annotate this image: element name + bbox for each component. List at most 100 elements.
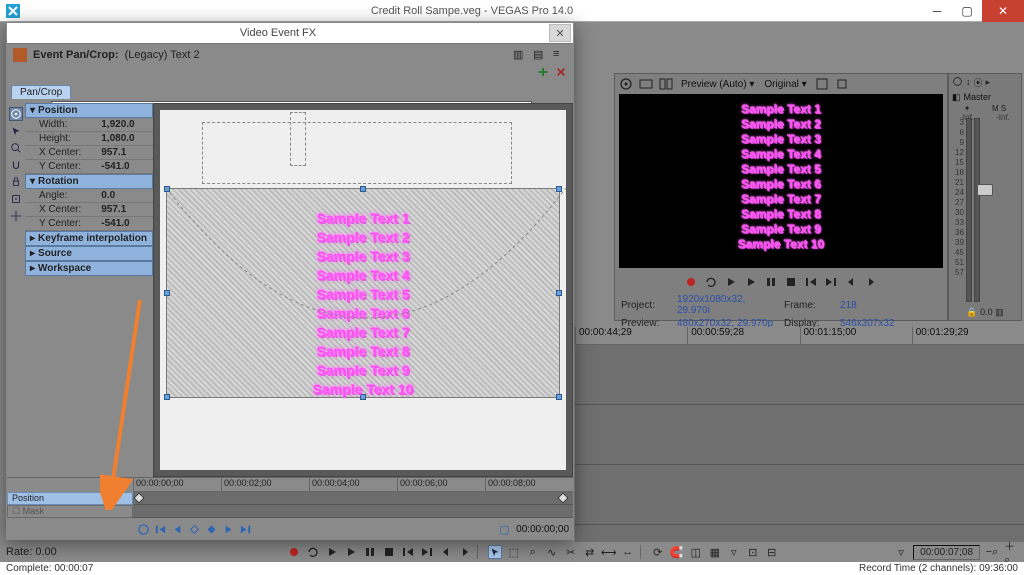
- source-section-header[interactable]: ▸Source: [25, 246, 153, 261]
- add-kf-button[interactable]: [188, 523, 201, 536]
- first-kf-button[interactable]: [154, 523, 167, 536]
- zoom-out-time-button[interactable]: −⌕: [985, 545, 999, 559]
- overlays-icon[interactable]: [815, 77, 829, 91]
- window-close-button[interactable]: ✕: [982, 0, 1024, 22]
- zoom-in-time-button[interactable]: ＋⌕: [1004, 545, 1018, 559]
- mixer-arrow-icon[interactable]: ▸: [986, 77, 991, 88]
- main-loop-button[interactable]: [306, 545, 320, 559]
- lock-icon[interactable]: 🔒: [966, 307, 977, 317]
- mixer-fx-icon[interactable]: ✦: [964, 104, 971, 113]
- keyframe-section-header[interactable]: ▸Keyframe interpolation: [25, 231, 153, 246]
- pan-crop-tab[interactable]: Pan/Crop: [11, 85, 71, 99]
- fx-bypass-icon[interactable]: ▥: [513, 48, 527, 62]
- stop-button[interactable]: [784, 275, 798, 289]
- kf-lane-mask[interactable]: ☐ Mask: [7, 505, 133, 518]
- resize-handle-t[interactable]: [360, 186, 366, 192]
- property-row[interactable]: Angle:0.0: [25, 189, 153, 203]
- mixer-settings-icon[interactable]: [952, 76, 963, 89]
- keyframe-diamond[interactable]: [557, 492, 568, 503]
- property-row[interactable]: X Center:957.1: [25, 146, 153, 160]
- loop-button[interactable]: [704, 275, 718, 289]
- auto-ripple-button[interactable]: ⟳: [651, 545, 665, 559]
- lock-aspect-tool[interactable]: [9, 175, 23, 189]
- main-go-end-button[interactable]: [420, 545, 434, 559]
- cursor-time-display[interactable]: 00:00:07;08: [913, 545, 980, 560]
- fader-options-icon[interactable]: ▥: [995, 307, 1004, 317]
- timeline-track[interactable]: [575, 405, 1024, 465]
- envelope-edit-tool[interactable]: ∿: [545, 545, 559, 559]
- marker-tool[interactable]: ▿: [727, 545, 741, 559]
- fx-menu-icon[interactable]: ≡: [553, 48, 567, 62]
- next-kf-button[interactable]: [222, 523, 235, 536]
- fx-add-chain-icon[interactable]: [537, 66, 549, 81]
- property-value[interactable]: 1,080.0: [99, 132, 153, 145]
- fx-help-icon[interactable]: ▤: [533, 48, 547, 62]
- property-value[interactable]: -541.0: [99, 160, 153, 173]
- last-kf-button[interactable]: [239, 523, 252, 536]
- snapping-button[interactable]: 🧲: [670, 545, 684, 559]
- kf-track-position[interactable]: [133, 492, 573, 505]
- volume-fader[interactable]: [977, 184, 993, 196]
- split-tool[interactable]: ✂: [564, 545, 578, 559]
- normal-edit-tool[interactable]: [488, 545, 502, 559]
- copy-snapshot-icon[interactable]: [835, 77, 849, 91]
- zoom-edit-tool[interactable]: ⌕: [526, 545, 540, 559]
- main-pause-button[interactable]: [363, 545, 377, 559]
- workspace-section-header[interactable]: ▸Workspace: [25, 261, 153, 276]
- property-row[interactable]: Y Center:-541.0: [25, 217, 153, 231]
- resize-handle-tr[interactable]: [556, 186, 562, 192]
- position-section-header[interactable]: ▾Position: [25, 103, 153, 118]
- preview-size-select[interactable]: Original ▾: [762, 79, 808, 90]
- preview-video-area[interactable]: Sample Text 1Sample Text 2Sample Text 3S…: [619, 94, 943, 268]
- record-button[interactable]: [684, 275, 698, 289]
- property-value[interactable]: 1,920.0: [99, 118, 153, 131]
- keyframe-diamond[interactable]: [133, 492, 144, 503]
- slide-tool[interactable]: ↔: [621, 545, 635, 559]
- zoom-tool[interactable]: [9, 141, 23, 155]
- move-freely-tool[interactable]: [9, 209, 23, 223]
- property-row[interactable]: Height:1,080.0: [25, 132, 153, 146]
- delete-kf-button[interactable]: [205, 523, 218, 536]
- go-start-button[interactable]: [804, 275, 818, 289]
- ignore-event-grouping-button[interactable]: ⊟: [765, 545, 779, 559]
- dim-button[interactable]: ↕: [966, 77, 971, 87]
- split-screen-icon[interactable]: [659, 77, 673, 91]
- prev-frame-button[interactable]: [844, 275, 858, 289]
- selection-edit-tool[interactable]: ⬚: [507, 545, 521, 559]
- main-play-start-button[interactable]: [325, 545, 339, 559]
- main-prev-frame-button[interactable]: [439, 545, 453, 559]
- play-button[interactable]: [744, 275, 758, 289]
- property-row[interactable]: Y Center:-541.0: [25, 160, 153, 174]
- kf-curve-icon[interactable]: ▢: [499, 523, 512, 536]
- main-go-start-button[interactable]: [401, 545, 415, 559]
- pause-button[interactable]: [764, 275, 778, 289]
- property-row[interactable]: Width:1,920.0: [25, 118, 153, 132]
- lock-envelopes-button[interactable]: ⊡: [746, 545, 760, 559]
- set-loop-button[interactable]: ▿: [894, 545, 908, 559]
- next-frame-button[interactable]: [864, 275, 878, 289]
- property-value[interactable]: -541.0: [99, 217, 153, 230]
- main-next-frame-button[interactable]: [458, 545, 472, 559]
- window-maximize-button[interactable]: ▢: [952, 0, 982, 22]
- timeline-track[interactable]: [575, 465, 1024, 525]
- crop-region[interactable]: Sample Text 1Sample Text 2Sample Text 3S…: [166, 188, 560, 398]
- property-value[interactable]: 0.0: [99, 189, 153, 202]
- snap-options-icon[interactable]: ◫: [689, 545, 703, 559]
- quantize-button[interactable]: ▦: [708, 545, 722, 559]
- preview-settings-icon[interactable]: [619, 77, 633, 91]
- property-value[interactable]: 957.1: [99, 203, 153, 216]
- downmix-button[interactable]: ⦿: [974, 76, 983, 89]
- external-monitor-icon[interactable]: [639, 77, 653, 91]
- fx-remove-chain-icon[interactable]: [555, 66, 567, 81]
- main-play-button[interactable]: [344, 545, 358, 559]
- play-start-button[interactable]: [724, 275, 738, 289]
- timeline-area[interactable]: 00:00:44;2900:00:59;2800:01:15;0000:01:2…: [575, 327, 1024, 545]
- slip-tool[interactable]: ⟷: [602, 545, 616, 559]
- show-properties-tool[interactable]: [9, 107, 23, 121]
- window-minimize-button[interactable]: ─: [922, 0, 952, 22]
- go-end-button[interactable]: [824, 275, 838, 289]
- rotation-section-header[interactable]: ▾Rotation: [25, 174, 153, 189]
- resize-handle-tl[interactable]: [164, 186, 170, 192]
- kf-track-mask[interactable]: [133, 505, 573, 518]
- main-stop-button[interactable]: [382, 545, 396, 559]
